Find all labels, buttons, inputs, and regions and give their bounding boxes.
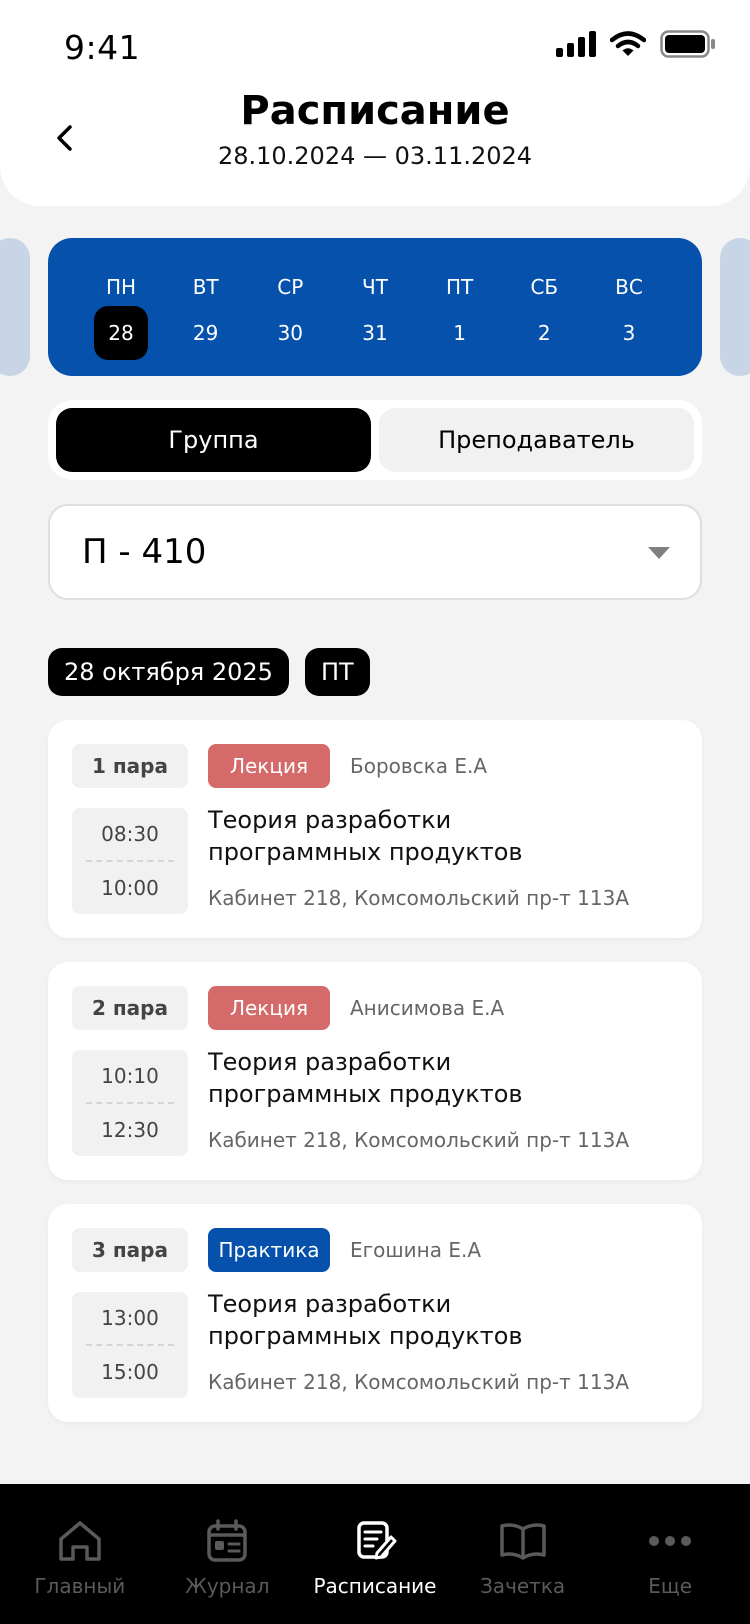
dropdown-arrow-icon — [648, 547, 670, 559]
day-friday[interactable]: ПТ 1 — [433, 238, 487, 376]
lesson-card[interactable]: 2 пара Лекция Анисимова Е.А 10:10 12:30 … — [48, 962, 702, 1180]
pair-number: 1 пара — [72, 744, 188, 788]
day-number-selected: 28 — [94, 306, 148, 360]
bottom-tab-bar: Главный Журнал Расписание Зачетка Еще — [0, 1484, 750, 1624]
time-divider — [86, 1102, 174, 1104]
weekday-chip: ПТ — [304, 648, 370, 696]
prev-week-peek[interactable] — [0, 238, 30, 376]
tab-label: Главный — [34, 1574, 126, 1598]
day-number: 30 — [277, 321, 304, 345]
wifi-icon — [610, 31, 646, 56]
tab-label: Журнал — [185, 1574, 270, 1598]
day-thursday[interactable]: ЧТ 31 — [348, 238, 402, 376]
day-number: 2 — [537, 321, 551, 345]
status-bar: 9:41 — [0, 0, 750, 90]
date-chips: 28 октября 2025 ПТ — [48, 648, 370, 696]
day-name: СБ — [530, 275, 559, 299]
day-monday[interactable]: ПН 28 — [94, 238, 148, 376]
teacher-name: Боровска Е.А — [350, 754, 488, 778]
room-location: Кабинет 218, Комсомольский пр-т 113А — [208, 1128, 629, 1152]
group-select-value: П - 410 — [82, 532, 207, 572]
status-time: 9:41 — [64, 28, 141, 67]
subject-name: Теория разработки программных продуктов — [208, 1288, 668, 1352]
pair-number: 2 пара — [72, 986, 188, 1030]
gradebook-icon — [499, 1518, 547, 1564]
start-time: 08:30 — [101, 822, 159, 846]
subject-line: Теория разработки — [208, 1048, 452, 1076]
subject-line: программных продуктов — [208, 1322, 523, 1350]
schedule-mode-toggle: Группа Преподаватель — [48, 400, 702, 480]
date-range: 28.10.2024 — 03.11.2024 — [217, 142, 533, 170]
room-location: Кабинет 218, Комсомольский пр-т 113А — [208, 886, 629, 910]
room-location: Кабинет 218, Комсомольский пр-т 113А — [208, 1370, 629, 1394]
pair-number: 3 пара — [72, 1228, 188, 1272]
cellular-signal-icon — [556, 31, 596, 57]
tab-journal[interactable]: Журнал — [154, 1484, 302, 1624]
lesson-list: 1 пара Лекция Боровска Е.А 08:30 10:00 Т… — [48, 720, 702, 1446]
week-strip: ПН 28 ВТ 29 СР 30 ЧТ 31 ПТ 1 СБ 2 ВС 3 — [48, 238, 702, 376]
status-icons — [556, 30, 716, 58]
teacher-name: Егошина Е.А — [350, 1238, 482, 1262]
more-icon — [648, 1518, 692, 1564]
day-saturday[interactable]: СБ 2 — [517, 238, 571, 376]
day-number: 31 — [362, 321, 388, 345]
subject-line: программных продуктов — [208, 838, 523, 866]
day-name: ПТ — [445, 275, 474, 299]
time-box: 10:10 12:30 — [72, 1050, 188, 1156]
day-tuesday[interactable]: ВТ 29 — [179, 238, 233, 376]
tab-label: Расписание — [313, 1574, 437, 1598]
time-box: 08:30 10:00 — [72, 808, 188, 914]
lesson-type-badge: Лекция — [208, 986, 330, 1030]
subject-line: Теория разработки — [208, 1290, 452, 1318]
date-chip: 28 октября 2025 — [48, 648, 289, 696]
time-divider — [86, 860, 174, 862]
journal-icon — [205, 1518, 249, 1564]
lesson-card[interactable]: 3 пара Практика Егошина Е.А 13:00 15:00 … — [48, 1204, 702, 1422]
tab-label: Еще — [648, 1574, 693, 1598]
day-name: ВТ — [192, 275, 219, 299]
start-time: 13:00 — [101, 1306, 159, 1330]
teacher-mode-button[interactable]: Преподаватель — [379, 408, 694, 472]
day-sunday[interactable]: ВС 3 — [602, 238, 656, 376]
day-name: ЧТ — [362, 275, 388, 299]
day-name: ПН — [105, 275, 137, 299]
day-name: ВС — [615, 275, 643, 299]
day-number: 29 — [192, 321, 219, 345]
day-number: 3 — [622, 321, 636, 345]
lesson-type-badge: Лекция — [208, 744, 330, 788]
end-time: 10:00 — [101, 876, 159, 900]
page-title: Расписание — [240, 88, 510, 134]
home-icon — [57, 1518, 103, 1564]
tab-label: Зачетка — [479, 1574, 566, 1598]
teacher-name: Анисимова Е.А — [350, 996, 505, 1020]
day-wednesday[interactable]: СР 30 — [263, 238, 317, 376]
time-box: 13:00 15:00 — [72, 1292, 188, 1398]
time-divider — [86, 1344, 174, 1346]
subject-name: Теория разработки программных продуктов — [208, 1046, 668, 1110]
start-time: 10:10 — [101, 1064, 159, 1088]
tab-gradebook[interactable]: Зачетка — [449, 1484, 597, 1624]
lesson-card[interactable]: 1 пара Лекция Боровска Е.А 08:30 10:00 Т… — [48, 720, 702, 938]
group-select[interactable]: П - 410 — [48, 504, 702, 600]
battery-icon — [660, 30, 715, 58]
day-name: СР — [277, 275, 304, 299]
tab-more[interactable]: Еще — [596, 1484, 744, 1624]
group-mode-button[interactable]: Группа — [56, 408, 371, 472]
subject-line: программных продуктов — [208, 1080, 523, 1108]
next-week-peek[interactable] — [720, 238, 750, 376]
end-time: 15:00 — [101, 1360, 159, 1384]
subject-name: Теория разработки программных продуктов — [208, 804, 668, 868]
lesson-type-badge: Практика — [208, 1228, 330, 1272]
tab-schedule[interactable]: Расписание — [301, 1484, 449, 1624]
tab-home[interactable]: Главный — [6, 1484, 154, 1624]
subject-line: Теория разработки — [208, 806, 452, 834]
end-time: 12:30 — [101, 1118, 159, 1142]
day-number: 1 — [453, 321, 466, 345]
schedule-icon — [353, 1518, 397, 1564]
